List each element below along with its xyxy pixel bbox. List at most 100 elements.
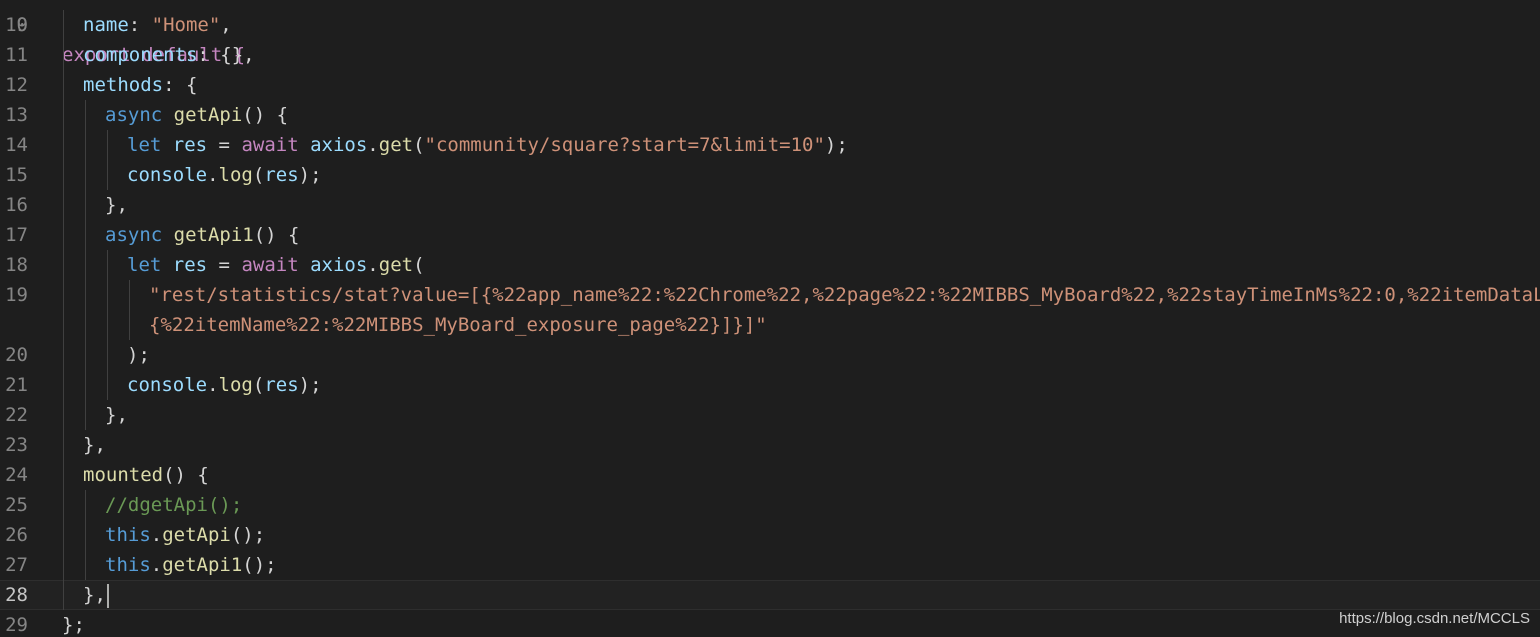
code-line-wrapped[interactable]: {%22itemName%22:%22MIBBS_MyBoard_exposur… (0, 310, 1540, 340)
indent-guide (63, 220, 64, 250)
line-number: 25 (5, 494, 28, 516)
indent-guide (85, 520, 86, 550)
code-token: methods (83, 74, 164, 96)
indent-guide (107, 370, 108, 400)
code-line-partial[interactable]: 9 export default { (0, 0, 1540, 66)
code-line-22[interactable]: 22}, (0, 400, 1540, 430)
code-token: this (105, 554, 151, 576)
indent-guide (63, 580, 64, 610)
indent-guide (63, 40, 64, 70)
code-line-28[interactable]: 28}, (0, 580, 1540, 610)
line-number: 15 (5, 164, 28, 186)
code-token: "Home" (151, 14, 221, 36)
code-token: : {}, (197, 44, 255, 66)
code-line-13[interactable]: 13 async getApi() { (0, 100, 1540, 130)
code-line-25[interactable]: 25 //dgetApi(); (0, 490, 1540, 520)
line-number: 14 (5, 134, 28, 156)
code-line-10[interactable]: 10 name: "Home", (0, 10, 1540, 40)
code-token: }, (83, 434, 106, 456)
code-line-14[interactable]: 14 let res = await axios.get("community/s… (0, 130, 1540, 160)
code-token: ); (127, 344, 150, 366)
indent-guide (85, 310, 86, 340)
line-number: 24 (5, 464, 28, 486)
indent-guide (85, 250, 86, 280)
line-number: 28 (5, 584, 28, 606)
line-code: }; (62, 610, 85, 637)
code-token: async (105, 224, 163, 246)
code-token: ( (252, 164, 265, 186)
code-token: () { (163, 464, 209, 486)
code-token: () { (242, 104, 289, 126)
line-number: 23 (5, 434, 28, 456)
code-line-19[interactable]: 19 "rest/statistics/stat?value=[{%22app_n… (0, 280, 1540, 310)
line-number: 19 (5, 284, 28, 306)
code-token: () { (253, 224, 300, 246)
code-editor[interactable]: 9 export default { 10 name: "Home", 11 comp… (0, 0, 1540, 637)
code-token: axios (310, 254, 368, 276)
code-token: axios (310, 134, 368, 156)
code-token: this (105, 524, 151, 546)
indent-guide (85, 340, 86, 370)
line-code: this.getApi(); (105, 520, 265, 550)
code-token: , (220, 14, 232, 36)
code-line-21[interactable]: 21 console.log(res); (0, 370, 1540, 400)
code-line-20[interactable]: 20); (0, 340, 1540, 370)
indent-guide (63, 370, 64, 400)
code-token: = (207, 134, 242, 156)
code-token: await (241, 254, 299, 276)
code-line-15[interactable]: 15 console.log(res); (0, 160, 1540, 190)
indent-guide (107, 310, 108, 340)
code-token: mounted (83, 464, 164, 486)
code-line-24[interactable]: 24 mounted() { (0, 460, 1540, 490)
indent-guide (85, 160, 86, 190)
code-token: {%22itemName%22:%22MIBBS_MyBoard_exposur… (149, 314, 767, 336)
line-number: 13 (5, 104, 28, 126)
code-line-26[interactable]: 26 this.getApi(); (0, 520, 1540, 550)
line-number: 22 (5, 404, 28, 426)
line-code: //dgetApi(); (105, 490, 242, 520)
code-token: ); (824, 134, 848, 156)
indent-guide (85, 370, 86, 400)
indent-guide (63, 430, 64, 460)
code-token: //dgetApi(); (105, 494, 243, 516)
line-number: 11 (5, 44, 28, 66)
code-token: let (127, 254, 162, 276)
indent-guide (85, 400, 86, 430)
code-line-29[interactable]: 29}; (0, 610, 1540, 637)
code-token: getApi1 (173, 224, 254, 246)
code-line-18[interactable]: 18 let res = await axios.get( (0, 250, 1540, 280)
line-number: 12 (5, 74, 28, 96)
indent-guide (85, 190, 86, 220)
code-token: . (367, 134, 379, 156)
code-line-17[interactable]: 17 async getApi1() { (0, 220, 1540, 250)
indent-guide (63, 280, 64, 310)
code-token: log (218, 374, 253, 396)
code-token: ( (413, 254, 425, 276)
code-token: await (241, 134, 299, 156)
code-token: : { (163, 74, 198, 96)
indent-guide (107, 250, 108, 280)
code-token: get (378, 134, 414, 156)
code-token: getApi (173, 104, 243, 126)
code-line-16[interactable]: 16}, (0, 190, 1540, 220)
code-token: console (127, 374, 208, 396)
code-line-12[interactable]: 12 methods: { (0, 70, 1540, 100)
code-token: name (83, 14, 129, 36)
code-token: . (150, 554, 163, 576)
indent-guide (85, 550, 86, 580)
indent-guide (85, 490, 86, 520)
code-line-23[interactable]: 23}, (0, 430, 1540, 460)
code-line-27[interactable]: 27 this.getApi1(); (0, 550, 1540, 580)
indent-guide (107, 280, 108, 310)
line-code: let res = await axios.get("community/squ… (127, 130, 848, 160)
line-number: 10 (5, 14, 28, 36)
code-token: (); (242, 554, 277, 576)
line-code: console.log(res); (127, 160, 322, 190)
indent-guide (63, 520, 64, 550)
line-code: name: "Home", (83, 10, 232, 40)
code-line-11[interactable]: 11 components: {}, (0, 40, 1540, 70)
indent-guide (63, 550, 64, 580)
code-token: . (207, 374, 219, 396)
